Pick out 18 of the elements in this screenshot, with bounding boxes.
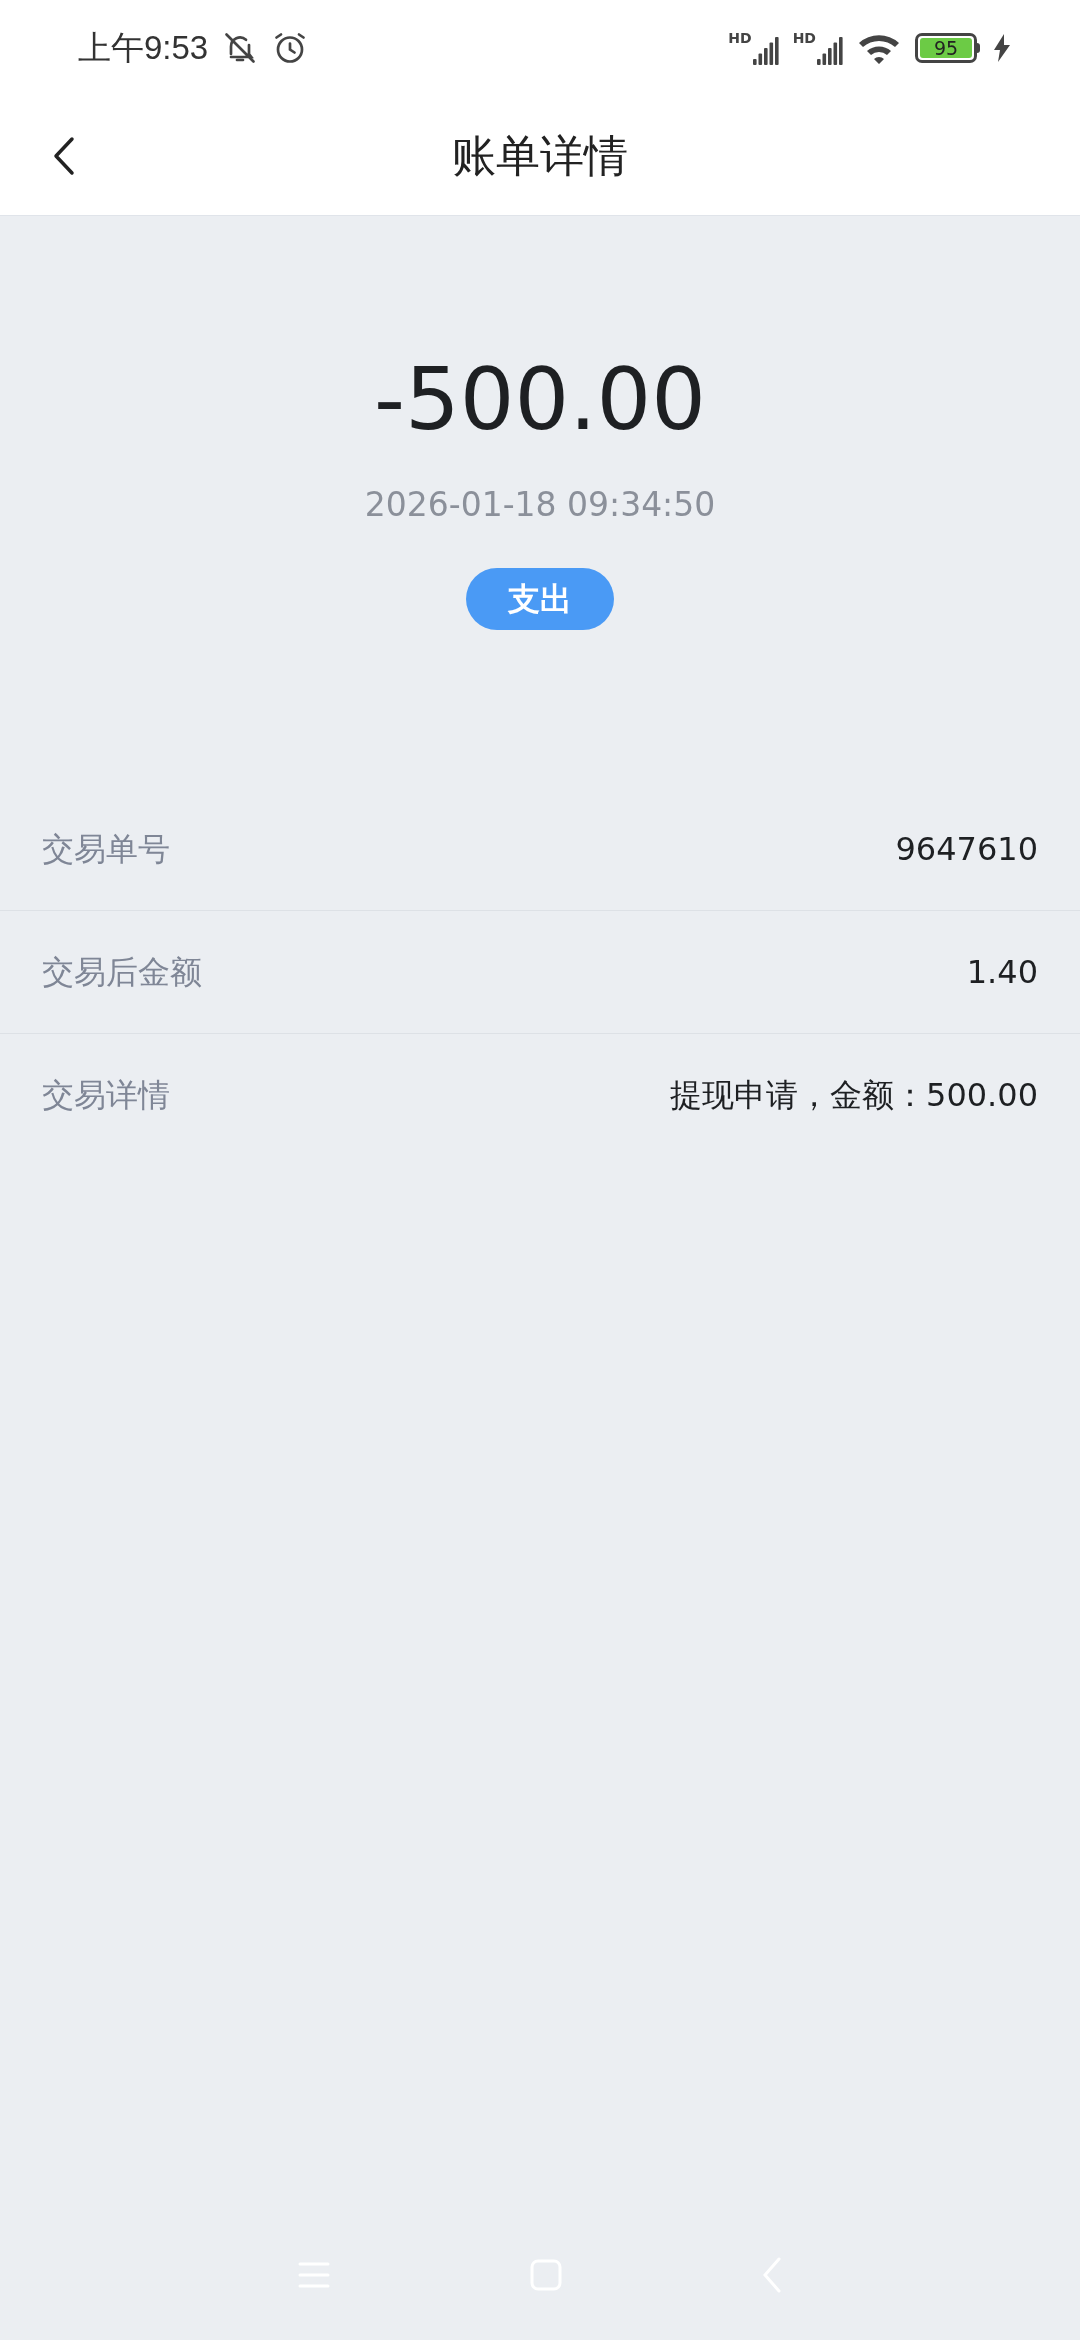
detail-label: 交易后金额 (42, 951, 202, 993)
detail-value: 9647610 (895, 828, 1038, 870)
amount: -500.00 (374, 356, 706, 442)
charging-icon (994, 34, 1010, 62)
detail-value: 提现申请，金额：500.00 (670, 1075, 1038, 1116)
detail-value: 1.40 (966, 951, 1038, 993)
detail-label: 交易单号 (42, 828, 170, 870)
network-label: HD (792, 31, 816, 45)
expense-tag: 支出 (466, 567, 614, 630)
detail-label: 交易详情 (42, 1075, 170, 1116)
wifi-icon (857, 32, 901, 64)
network-label: HD (728, 31, 752, 45)
page-title: 账单详情 (452, 128, 628, 183)
signal-icon (817, 37, 843, 65)
battery-level: 95 (933, 38, 959, 58)
status-time: 上午9:53 (78, 28, 209, 69)
transaction-time: 2026-01-18 09:34:50 (364, 484, 716, 526)
signal-icon (752, 37, 779, 65)
